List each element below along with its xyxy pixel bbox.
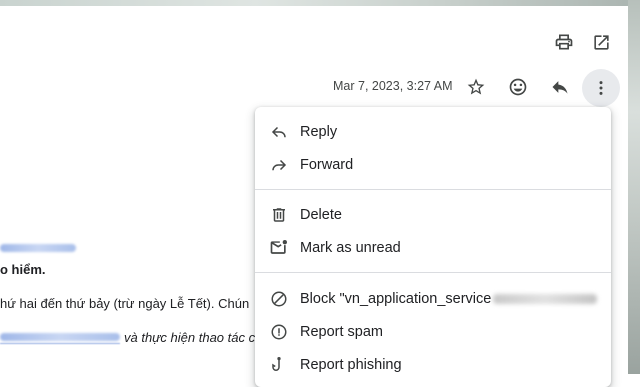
- menu-item-delete[interactable]: Delete: [255, 200, 611, 230]
- trash-icon: [269, 205, 289, 225]
- star-icon: [466, 77, 486, 97]
- menu-item-label: Reply: [300, 124, 338, 140]
- open-in-new-window-icon: [592, 33, 611, 52]
- menu-item-label: Report spam: [300, 324, 384, 340]
- blurred-email-address: [493, 294, 598, 305]
- star-button[interactable]: [462, 73, 490, 101]
- reply-icon: [269, 122, 289, 142]
- blurred-link[interactable]: [0, 244, 76, 252]
- body-line: hứ hai đến thứ bảy (trừ ngày Lễ Tết). Ch…: [0, 296, 250, 311]
- reply-icon: [550, 77, 570, 97]
- menu-divider: [255, 272, 611, 273]
- print-icon: [554, 32, 574, 52]
- menu-item-label: Forward: [300, 157, 354, 173]
- more-options-button[interactable]: [582, 69, 620, 107]
- menu-item-mark-unread[interactable]: Mark as unread: [255, 233, 611, 263]
- menu-divider: [255, 189, 611, 190]
- menu-item-reply[interactable]: Reply: [255, 117, 611, 147]
- menu-item-block-sender[interactable]: Block "vn_application_service: [255, 284, 611, 314]
- menu-item-label: Block "vn_application_service: [300, 291, 598, 307]
- body-bold-line: o hiểm.: [0, 262, 46, 277]
- report-spam-icon: [269, 322, 289, 342]
- block-sender-text: Block "vn_application_service: [300, 291, 492, 307]
- window-right-edge: [628, 0, 640, 374]
- message-date: Mar 7, 2023, 3:27 AM: [333, 79, 453, 93]
- phishing-hook-icon: [269, 355, 289, 375]
- menu-item-report-phishing[interactable]: Report phishing: [255, 350, 611, 380]
- more-options-menu: Reply Forward Delete Mark as unread Bloc…: [255, 107, 611, 387]
- body-line: và thực hiện thao tác c: [124, 330, 256, 345]
- menu-item-report-spam[interactable]: Report spam: [255, 317, 611, 347]
- link-underline: [0, 343, 120, 344]
- menu-item-label: Mark as unread: [300, 240, 401, 256]
- menu-item-forward[interactable]: Forward: [255, 150, 611, 180]
- menu-item-label: Delete: [300, 207, 342, 223]
- reply-button[interactable]: [546, 73, 574, 101]
- block-icon: [269, 289, 289, 309]
- blurred-link[interactable]: [0, 333, 120, 341]
- window-top-edge: [0, 0, 640, 6]
- more-vert-icon: [591, 78, 611, 98]
- mark-unread-icon: [269, 238, 289, 258]
- menu-item-label: Report phishing: [300, 357, 402, 373]
- emoji-icon: [508, 77, 528, 97]
- add-reaction-button[interactable]: [504, 73, 532, 101]
- open-in-new-window-button[interactable]: [587, 28, 615, 56]
- forward-icon: [269, 155, 289, 175]
- print-button[interactable]: [550, 28, 578, 56]
